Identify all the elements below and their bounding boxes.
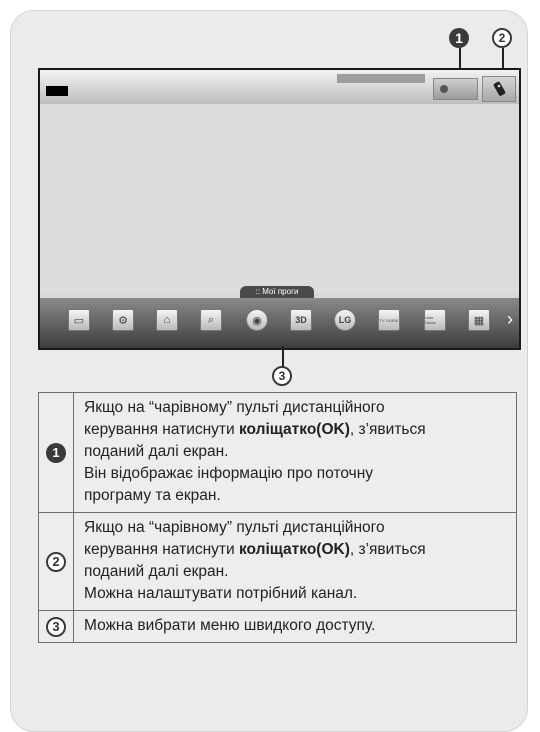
dock-tab-label: Мої проги: [262, 287, 299, 296]
legend-row-2: 2 Якщо на “чарівному” пульті дистанційно…: [38, 512, 517, 611]
legend-row-3-number-cell: 3: [38, 610, 74, 643]
home-icon[interactable]: ⌂: [156, 309, 178, 331]
legend-row-1-number-cell: 1: [38, 392, 74, 513]
callout-1: 1: [449, 28, 469, 48]
legend-row-2-line-3: поданий далі екран.: [84, 563, 229, 580]
legend-row-2-description: Якщо на “чарівному” пульті дистанційного…: [73, 512, 517, 611]
threed-label: 3D: [295, 315, 307, 325]
legend-row-2-line-2: керування натиснути коліщатко(OK), з’яви…: [84, 539, 510, 561]
program-info-field: [337, 74, 425, 83]
info-icon: [440, 85, 448, 93]
internet-icon[interactable]: ◉: [246, 309, 268, 331]
legend-row-1: 1 Якщо на “чарівному” пульті дистанційно…: [38, 392, 517, 513]
callout-2: 2: [492, 28, 512, 48]
legend-row-2-number-cell: 2: [38, 512, 74, 611]
legend-row-2-line-1: Якщо на “чарівному” пульті дистанційного: [84, 519, 385, 536]
callout-1-number: 1: [455, 30, 463, 46]
callout-2-leader: [502, 48, 504, 70]
tv-guide-label: TV GUIDE: [379, 317, 399, 323]
legend-row-1-line-3: поданий далі екран.: [84, 443, 229, 460]
gallery-icon[interactable]: ▦: [468, 309, 490, 331]
legend-row-1-line-2-prefix: керування натиснути: [84, 421, 239, 438]
info-bar: [40, 70, 519, 104]
legend-badge-2: 2: [46, 551, 66, 572]
chevron-right-icon[interactable]: ›: [507, 310, 513, 328]
settings-gear-icon[interactable]: ⚙: [112, 309, 134, 331]
quick-menu-dock: ▭ ⚙ ⌂ ⌕ ◉ 3D LG TV GUIDE User Guide ▦ ›: [40, 298, 519, 348]
legend-row-2-line-4: Можна налаштувати потрібний канал.: [84, 585, 358, 602]
channel-indicator: [46, 86, 68, 96]
legend-row-1-bold-term: коліщатко(OK): [239, 421, 350, 438]
legend-row-1-line-4: Він відображає інформацію про поточну: [84, 465, 374, 482]
dock-tab[interactable]: :: Мої проги: [240, 286, 314, 298]
legend-row-2-bold-term: коліщатко(OK): [239, 541, 350, 558]
legend-badge-3: 3: [46, 616, 66, 637]
legend-row-3-description: Можна вибрати меню швидкого доступу.: [73, 610, 517, 643]
callout-3-number: 3: [278, 369, 286, 383]
legend-row-3: 3 Можна вибрати меню швидкого доступу.: [38, 610, 517, 643]
legend-badge-1: 1: [46, 442, 66, 463]
search-icon[interactable]: ⌕: [200, 309, 222, 331]
legend-row-1-line-1: Якщо на “чарівному” пульті дистанційного: [84, 399, 385, 416]
callout-3-leader: [282, 346, 284, 368]
lg-logo-icon[interactable]: LG: [334, 309, 356, 331]
remote-icon: [493, 81, 506, 96]
user-guide-label: User Guide: [425, 315, 436, 325]
info-button[interactable]: [433, 78, 478, 100]
legend-table: 1 Якщо на “чарівному” пульті дистанційно…: [38, 392, 517, 643]
callout-1-leader: [459, 48, 461, 70]
tv-screen: :: Мої проги ▭ ⚙ ⌂ ⌕ ◉ 3D LG TV GUIDE Us…: [38, 68, 521, 350]
legend-row-2-line-2-prefix: керування натиснути: [84, 541, 239, 558]
screen-content: [40, 104, 519, 294]
legend-row-1-description: Якщо на “чарівному” пульті дистанційного…: [73, 392, 517, 513]
user-guide-icon[interactable]: User Guide: [424, 309, 446, 331]
input-icon[interactable]: ▭: [68, 309, 90, 331]
remote-button[interactable]: [482, 76, 516, 102]
lg-label: LG: [338, 315, 352, 325]
callout-3: 3: [272, 366, 292, 386]
tv-guide-icon[interactable]: TV GUIDE: [378, 309, 400, 331]
callout-2-number: 2: [498, 31, 506, 45]
legend-row-1-line-5: програму та екран.: [84, 487, 221, 504]
threed-world-icon[interactable]: 3D: [290, 309, 312, 331]
legend-row-1-line-2: керування натиснути коліщатко(OK), з’яви…: [84, 419, 510, 441]
legend-row-1-line-2-suffix: , з’явиться: [349, 421, 426, 438]
legend-row-2-line-2-suffix: , з’явиться: [349, 541, 426, 558]
